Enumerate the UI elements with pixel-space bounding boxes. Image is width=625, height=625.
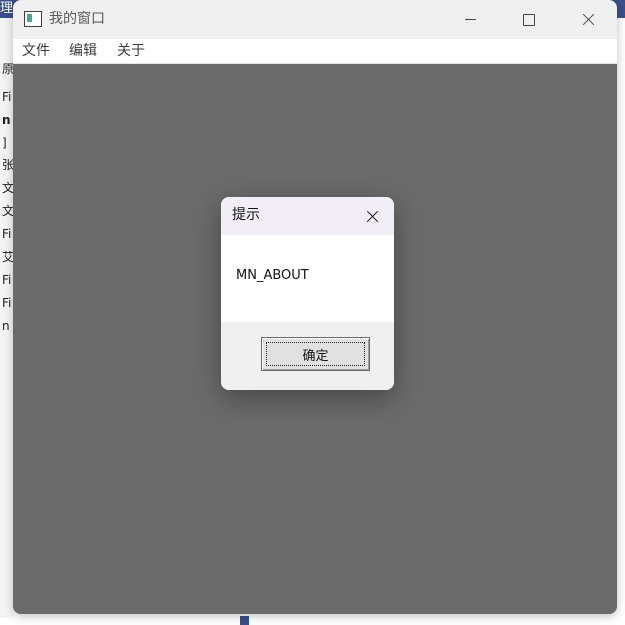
menu-file[interactable]: 文件 [20, 39, 52, 63]
background-line: Fi [2, 273, 12, 287]
background-line: Fi [2, 90, 12, 104]
ok-button-label: 确定 [266, 342, 365, 366]
dialog-message: MN_ABOUT [236, 268, 309, 283]
close-button[interactable] [559, 0, 617, 38]
background-line: Fi [2, 227, 12, 241]
menu-about[interactable]: 关于 [115, 39, 147, 63]
dialog-footer: 确定 [221, 322, 394, 390]
background-window-content: 原 Fi n ] 张 文 文 Fi 艾 Fi Fi n [0, 18, 14, 618]
ok-button[interactable]: 确定 [261, 337, 370, 371]
dialog-title: 提示 [232, 207, 260, 223]
background-taskbar-fragment [240, 616, 249, 625]
dialog-close-button[interactable] [359, 203, 387, 229]
window-titlebar[interactable]: 我的窗口 [13, 0, 617, 39]
background-window-title: 理 [0, 1, 14, 16]
window-title: 我的窗口 [49, 11, 105, 27]
menu-bar: 文件 编辑 关于 [13, 39, 617, 64]
minimize-button[interactable] [441, 0, 499, 38]
maximize-button[interactable] [500, 0, 558, 38]
background-line: ] [2, 136, 7, 150]
dialog-titlebar[interactable]: 提示 [221, 197, 394, 235]
dialog-body: MN_ABOUT [221, 235, 394, 322]
message-dialog: 提示 MN_ABOUT 确定 [221, 197, 394, 390]
background-line: n [2, 113, 11, 127]
app-window-icon [24, 11, 42, 27]
background-line: n [2, 319, 10, 333]
background-line: Fi [2, 296, 12, 310]
menu-edit[interactable]: 编辑 [67, 39, 99, 63]
